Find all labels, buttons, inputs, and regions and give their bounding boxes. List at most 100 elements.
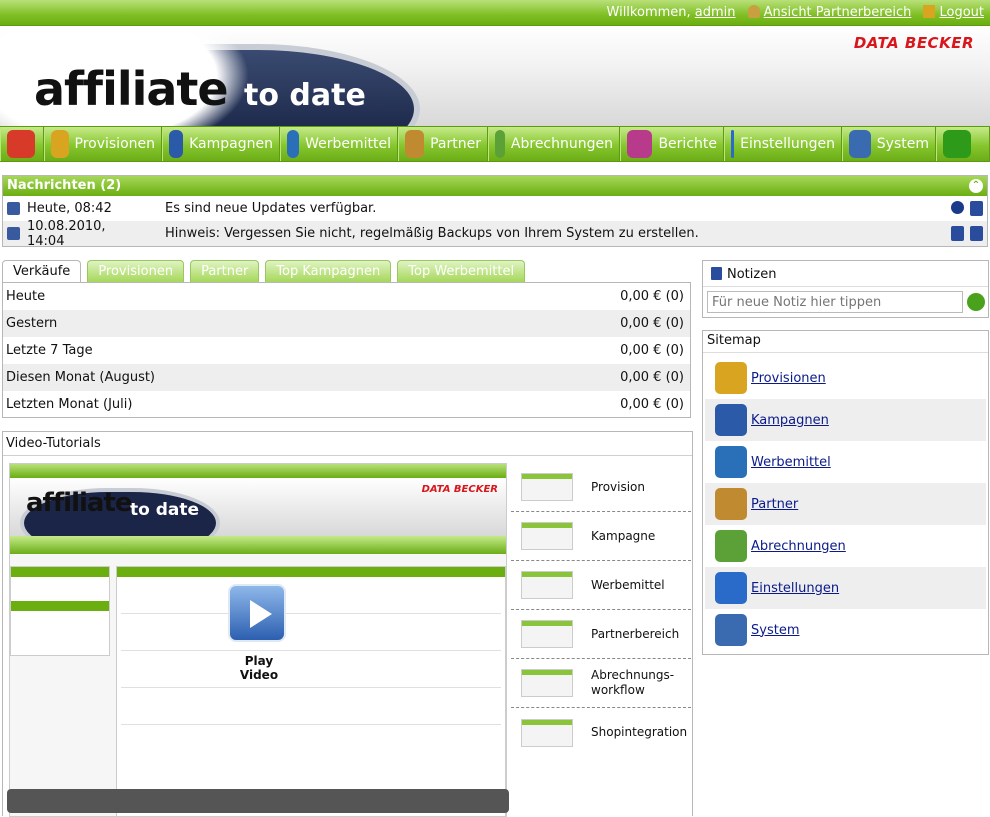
row-value: 0,00 € (0) (620, 397, 684, 412)
open-icon[interactable] (951, 226, 964, 241)
tutorial-label: Shopintegration (591, 725, 688, 739)
scales-icon (51, 130, 69, 158)
sitemap-link[interactable]: Einstellungen (751, 581, 839, 596)
thumbnail (521, 571, 573, 599)
sitemap-item: Kampagnen (705, 399, 986, 441)
row-value: 0,00 € (0) (620, 370, 684, 385)
nav-item-berichte[interactable]: Berichte (620, 127, 724, 161)
sitemap-link[interactable]: Partner (751, 497, 798, 512)
home-icon (7, 130, 35, 158)
sitemap-item: Abrechnungen (705, 525, 986, 567)
play-icon[interactable] (228, 584, 286, 642)
nav-label: Partner (430, 136, 481, 152)
image-icon (287, 130, 300, 158)
partner-icon (747, 5, 760, 18)
row-value: 0,00 € (0) (620, 316, 684, 331)
row-label: Heute (6, 289, 46, 304)
monitor-icon (849, 130, 871, 158)
sitemap-link[interactable]: System (751, 623, 799, 638)
messages-panel: Nachrichten (2) ⌃ Heute, 08:42 Es sind ne… (2, 175, 988, 249)
tutorial-item[interactable]: Abrechnungs-workflow (511, 659, 691, 708)
nav-item-system[interactable]: System (842, 127, 936, 161)
table-row: Letzten Monat (Juli) 0,00 € (0) (3, 391, 690, 418)
user-link[interactable]: admin (695, 5, 736, 20)
sitemap-link[interactable]: Kampagnen (751, 413, 829, 428)
message-row: 10.08.2010, 14:04 Hinweis: Vergessen Sie… (3, 219, 987, 249)
nav-item-provisionen[interactable]: Provisionen (44, 127, 162, 161)
nav-label: Abrechnungen (510, 136, 613, 152)
welcome-text: Willkommen, admin (607, 5, 736, 20)
tutorial-item[interactable]: Kampagne (511, 512, 691, 561)
row-label: Gestern (6, 316, 58, 331)
delete-icon[interactable] (970, 201, 983, 216)
search-icon[interactable] (951, 201, 964, 214)
note-input[interactable] (707, 291, 963, 313)
sitemap-panel: Sitemap Provisionen Kampagnen Werbemittel P… (702, 330, 989, 655)
note-icon (7, 227, 20, 240)
video-player[interactable]: affiliate to date DATA BECKER Play Video (9, 463, 507, 817)
video-title: Video-Tutorials (3, 432, 692, 456)
sitemap-link[interactable]: Abrechnungen (751, 539, 846, 554)
delete-icon[interactable] (970, 226, 983, 241)
nav-label: Kampagnen (189, 136, 273, 152)
table-row: Gestern 0,00 € (0) (3, 310, 690, 337)
table-row: Heute 0,00 € (0) (3, 283, 690, 310)
sitemap-item: System (705, 609, 986, 651)
tutorial-label: Partnerbereich (591, 626, 680, 641)
sitemap-link[interactable]: Werbemittel (751, 455, 831, 470)
document-icon (169, 130, 184, 158)
tab-verkaeufe[interactable]: Verkäufe (2, 260, 82, 283)
sitemap-link[interactable]: Provisionen (751, 371, 826, 386)
tutorial-item[interactable]: Partnerbereich (511, 610, 691, 659)
tab-top-kampagnen[interactable]: Top Kampagnen (265, 260, 392, 282)
sitemap-icon (715, 446, 747, 478)
vendor-logo: DATA BECKER (853, 34, 974, 52)
message-text: Hinweis: Vergessen Sie nicht, regelmäßig… (165, 226, 699, 241)
collapse-icon[interactable]: ⌃ (969, 179, 983, 193)
play-video-label[interactable]: Play Video (224, 654, 294, 682)
nav-item-werbemittel[interactable]: Werbemittel (280, 127, 398, 161)
video-controls[interactable] (7, 789, 509, 813)
gear-icon (731, 130, 735, 158)
logout-icon (923, 5, 936, 18)
tab-provisionen[interactable]: Provisionen (87, 260, 185, 282)
tutorial-label: Kampagne (591, 528, 656, 543)
message-text: Es sind neue Updates verfügbar. (165, 201, 377, 216)
row-label: Diesen Monat (August) (6, 370, 156, 385)
nav-item-partner[interactable]: Partner (398, 127, 488, 161)
messages-header[interactable]: Nachrichten (2) ⌃ (3, 176, 987, 196)
sitemap-icon (715, 362, 747, 394)
sitemap-icon (715, 530, 747, 562)
thumbnail (521, 669, 573, 697)
message-date: Heute, 08:42 (27, 201, 112, 216)
tab-partner[interactable]: Partner (190, 260, 260, 282)
people-icon (405, 130, 425, 158)
thumbnail (521, 620, 573, 648)
nav-item-einstellungen[interactable]: Einstellungen (724, 127, 842, 161)
tutorial-label: Abrechnungs-workflow (591, 668, 675, 697)
add-note-icon[interactable] (967, 293, 985, 311)
partner-view-link[interactable]: Ansicht Partnerbereich (764, 5, 912, 20)
nav-item-kampagnen[interactable]: Kampagnen (162, 127, 280, 161)
thumbnail (521, 718, 573, 747)
notes-icon (711, 267, 722, 280)
sitemap-icon (715, 572, 747, 604)
messages-title: Nachrichten (2) (7, 178, 122, 193)
tutorial-label: Provision (591, 479, 646, 494)
tutorial-item[interactable]: Provision (511, 463, 691, 512)
video-tutorials-panel: Video-Tutorials affiliate to date DATA B… (2, 431, 693, 817)
nav-item-abrechnungen[interactable]: Abrechnungen (488, 127, 620, 161)
header-banner: affiliate to date DATA BECKER (0, 26, 990, 126)
nav-item-home[interactable] (0, 127, 44, 161)
logout-link[interactable]: Logout (939, 5, 984, 20)
nav-label: Provisionen (74, 136, 156, 152)
tutorial-item[interactable]: Werbemittel (511, 561, 691, 610)
chart-icon (627, 130, 653, 158)
tutorial-item[interactable]: Shopintegration (511, 708, 691, 757)
thumbnail (521, 473, 573, 501)
tab-top-werbemittel[interactable]: Top Werbemittel (397, 260, 526, 282)
row-value: 0,00 € (0) (620, 289, 684, 304)
nav-item-help[interactable] (936, 127, 990, 161)
nav-label: Berichte (658, 136, 717, 152)
sales-table: Heute 0,00 € (0) Gestern 0,00 € (0) Letzte… (2, 282, 691, 418)
